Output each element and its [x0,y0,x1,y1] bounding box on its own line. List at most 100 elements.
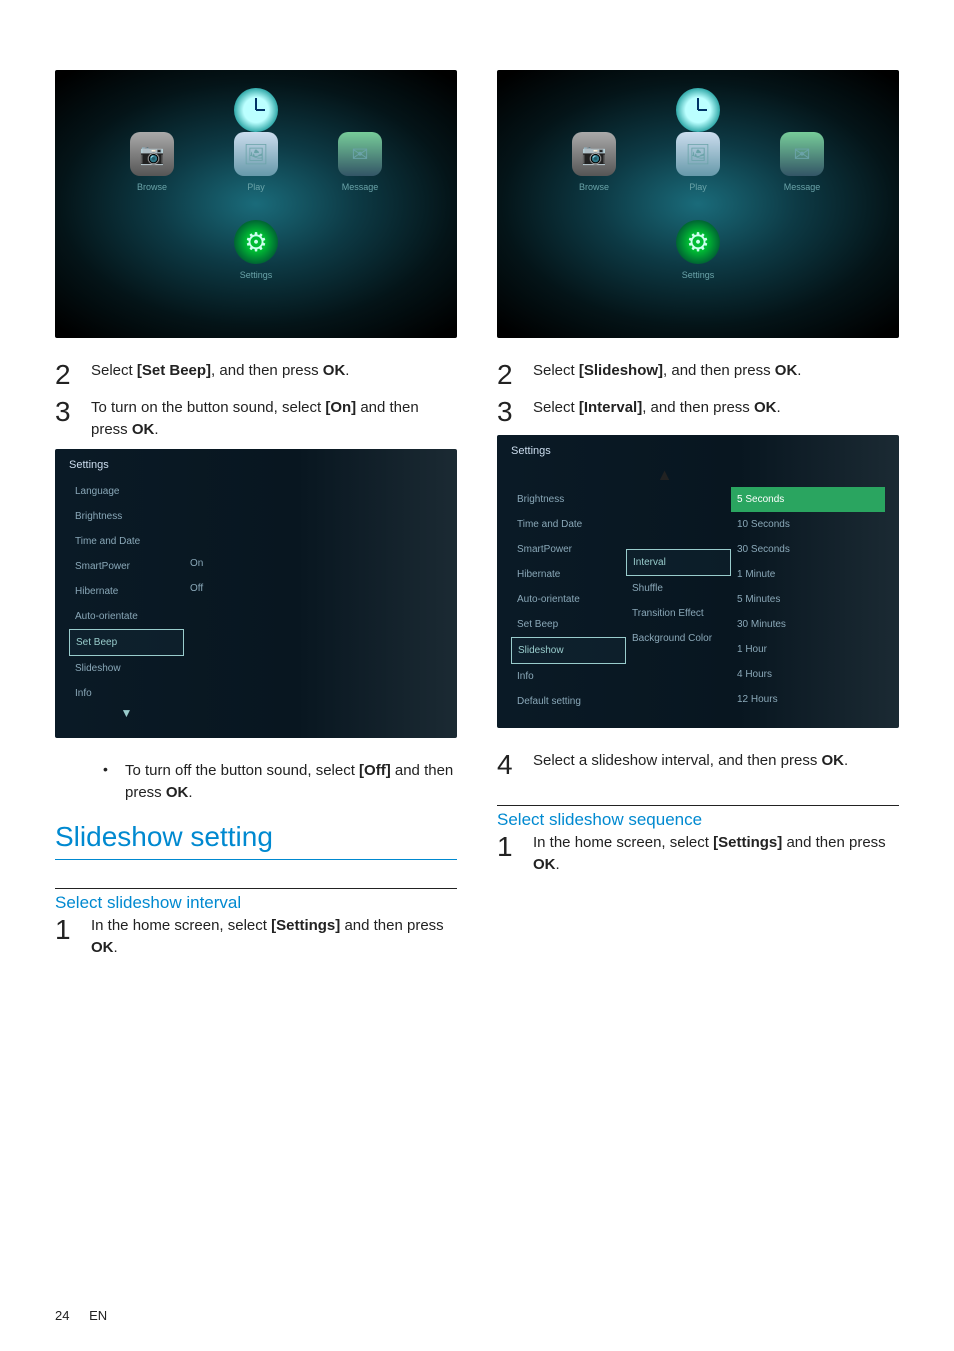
settings-icon: ⚙ [676,220,720,264]
step-number: 2 [55,360,77,389]
play-label: Play [247,182,265,192]
step-2-left: 2 Select [Set Beep], and then press OK. [55,360,457,389]
play-icon: 🖼 [676,132,720,176]
settings-item: Default setting [511,689,626,714]
settings-left-col: BrightnessTime and DateSmartPowerHiberna… [511,487,626,714]
settings-item: Interval [626,549,731,576]
step-text: Select [Set Beep], and then press OK. [91,360,457,382]
down-arrow-icon: ▼ [121,706,133,720]
settings-item: Brightness [511,487,626,512]
home-item-browse: 📷 Browse [130,132,174,192]
settings-item: Info [69,681,184,706]
browse-label: Browse [579,182,609,192]
step-text: In the home screen, select [Settings] an… [533,832,899,876]
settings-item: Hibernate [511,562,626,587]
step-4-right: 4 Select a slideshow interval, and then … [497,750,899,779]
home-item-settings: ⚙ Settings [676,220,720,280]
home-clock-item [55,88,457,138]
settings-label: Settings [682,270,715,280]
home-row-2: ⚙ Settings [497,220,899,280]
settings-item: Language [69,479,184,504]
sub-heading-sequence: Select slideshow sequence [497,810,899,830]
home-item-message: ✉Message [338,132,382,192]
message-icon: ✉ [338,132,382,176]
page-lang: EN [89,1308,107,1323]
home-item-play: 🖼 Play [676,132,720,192]
settings-item: 1 Hour [731,637,885,662]
play-icon: 🖼 [234,132,278,176]
home-item-browse: 📷 Browse [572,132,616,192]
settings-right-col: 5 Seconds10 Seconds30 Seconds1 Minute5 M… [731,487,885,714]
settings-top-arrow-row: ▲ [497,465,899,487]
home-item-settings: ⚙Settings [234,220,278,280]
up-arrow-icon: ▲ [657,467,673,485]
settings-item: 5 Minutes [731,587,885,612]
settings-item: Set Beep [511,612,626,637]
settings-title: Settings [55,449,457,479]
step-number: 3 [497,397,519,426]
left-column: 📷 Browse 🖼 Play ✉Message ⚙Settings 2 Selec… [55,70,457,967]
section-heading-slideshow: Slideshow setting [55,821,457,853]
home-screen-image-1: 📷 Browse 🖼 Play ✉Message ⚙Settings [55,70,457,338]
bullet-off: • To turn off the button sound, select [… [103,760,457,804]
home-item-play: 🖼 Play [234,132,278,192]
clock-icon [234,88,278,132]
step-3-right: 3 Select [Interval], and then press OK. [497,397,899,426]
page-footer: 24 EN [55,1308,107,1323]
settings-item: On [184,551,289,576]
settings-item: Background Color [626,626,731,651]
settings-screenshot-2: Settings ▲ BrightnessTime and DateSmartP… [497,435,899,728]
step-2-right: 2 Select [Slideshow], and then press OK. [497,360,899,389]
two-column-layout: 📷Browse 🖼Play ✉Message ⚙Settings 2 Selec… [55,70,899,967]
home-clock-item [497,88,899,138]
settings-item: 1 Minute [731,562,885,587]
settings-item: Hibernate [69,579,184,604]
step-number: 1 [497,832,519,861]
manual-page: 📷Browse 🖼Play ✉Message ⚙Settings 2 Selec… [0,0,954,1351]
settings-item: 5 Seconds [731,487,885,512]
settings-item: Shuffle [626,576,731,601]
play-label: Play [689,182,707,192]
settings-label: Settings [240,270,273,280]
home-row-1: 📷 Browse 🖼 Play ✉Message [55,132,457,192]
settings-item: Brightness [69,504,184,529]
settings-item: 12 Hours [731,687,885,712]
step-text: To turn on the button sound, select [On]… [91,397,457,441]
settings-item: Transition Effect [626,601,731,626]
settings-item: SmartPower [69,554,184,579]
step-text: Select [Interval], and then press OK. [533,397,899,419]
settings-title: Settings [497,435,899,465]
settings-body: BrightnessTime and DateSmartPowerHiberna… [497,487,899,728]
settings-item: Time and Date [511,512,626,537]
step-text: Select a slideshow interval, and then pr… [533,750,899,772]
settings-left-col: LanguageBrightnessTime and DateSmartPowe… [69,479,184,724]
bullet-text: To turn off the button sound, select [Of… [125,760,457,804]
settings-item: 4 Hours [731,662,885,687]
settings-mid-col: IntervalShuffleTransition EffectBackgrou… [626,487,731,714]
step-number: 2 [497,360,519,389]
message-icon: ✉ [780,132,824,176]
step-text: Select [Slideshow], and then press OK. [533,360,899,382]
clock-icon [676,88,720,132]
settings-body: LanguageBrightnessTime and DateSmartPowe… [55,479,457,738]
home-row-2: ⚙Settings [55,220,457,280]
step-number: 1 [55,915,77,944]
settings-item: 30 Minutes [731,612,885,637]
settings-screenshot-1: Settings LanguageBrightnessTime and Date… [55,449,457,738]
seq-step-1-left: 1 In the home screen, select [Settings] … [55,915,457,959]
browse-icon: 📷 [130,132,174,176]
settings-item: Slideshow [69,656,184,681]
step-number: 3 [55,397,77,426]
settings-item: Off [184,576,289,601]
sub-heading-interval: Select slideshow interval [55,893,457,913]
sub-rule [55,888,457,889]
settings-mid-col: OnOff [184,479,289,724]
home-row-1: 📷Browse 🖼Play ✉Message [497,132,899,192]
step-number: 4 [497,750,519,779]
browse-label: Browse [137,182,167,192]
browse-icon: 📷 [572,132,616,176]
settings-item: 10 Seconds [731,512,885,537]
settings-item: Time and Date [69,529,184,554]
bullet-dot: • [103,760,111,780]
page-number: 24 [55,1308,69,1323]
